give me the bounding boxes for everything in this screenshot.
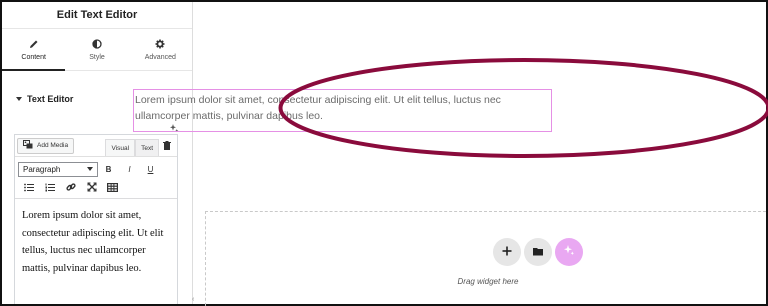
bold-button[interactable]: B	[98, 160, 119, 178]
italic-button[interactable]: I	[119, 160, 140, 178]
panel-tabs: Content Style Advanced	[2, 29, 192, 71]
add-section-button[interactable]	[493, 238, 521, 266]
ai-generate-button[interactable]	[555, 238, 583, 266]
underline-button[interactable]: U	[140, 160, 161, 178]
tab-content[interactable]: Content	[2, 29, 66, 71]
tab-visual[interactable]: Visual	[105, 139, 136, 156]
add-media-label: Add Media	[37, 142, 69, 149]
tab-advanced[interactable]: Advanced	[129, 29, 192, 70]
add-media-button[interactable]: Add Media	[17, 137, 75, 154]
section-title: Text Editor	[27, 94, 74, 104]
tab-advanced-label: Advanced	[144, 54, 176, 61]
toolbar-toggle-icon[interactable]	[102, 178, 123, 196]
half-circle-icon	[91, 38, 103, 50]
panel-header: Edit Text Editor	[2, 2, 192, 29]
format-select[interactable]: Paragraph	[18, 161, 98, 177]
link-icon[interactable]	[60, 178, 81, 196]
format-toolbar: Paragraph B I U	[15, 157, 177, 199]
widget-drop-zone[interactable]: Drag widget here	[205, 211, 768, 306]
editor-top-bar: Add Media Visual Text	[15, 135, 177, 157]
gear-icon	[154, 38, 166, 50]
ai-sparkle-icon	[563, 243, 575, 261]
template-library-button[interactable]	[524, 238, 552, 266]
tab-style-label: Style	[89, 54, 105, 61]
drop-zone-label: Drag widget here	[457, 277, 519, 286]
drop-zone-buttons	[493, 238, 583, 266]
tab-text[interactable]: Text	[135, 139, 159, 156]
trash-icon[interactable]	[159, 137, 175, 154]
panel-title: Edit Text Editor	[56, 9, 138, 21]
editor-mode-tabs: Visual Text	[105, 135, 159, 156]
wysiwyg-editor: Add Media Visual Text Paragraph B I U Lo…	[14, 134, 178, 304]
editor-content[interactable]: Lorem ipsum dolor sit amet, consectetur …	[15, 199, 177, 285]
chevron-down-icon	[87, 167, 93, 171]
folder-icon	[533, 243, 543, 261]
media-icon	[23, 139, 34, 152]
text-editor-widget[interactable]: Lorem ipsum dolor sit amet, consectetur …	[133, 89, 552, 132]
fullscreen-icon[interactable]	[81, 178, 102, 196]
pencil-icon	[28, 38, 40, 50]
bullet-list-icon[interactable]	[18, 178, 39, 196]
triangle-down-icon	[16, 97, 22, 101]
tab-content-label: Content	[21, 54, 46, 61]
format-select-value: Paragraph	[23, 164, 61, 174]
tab-style[interactable]: Style	[65, 29, 128, 70]
numbered-list-icon[interactable]	[39, 178, 60, 196]
plus-icon	[502, 243, 512, 261]
